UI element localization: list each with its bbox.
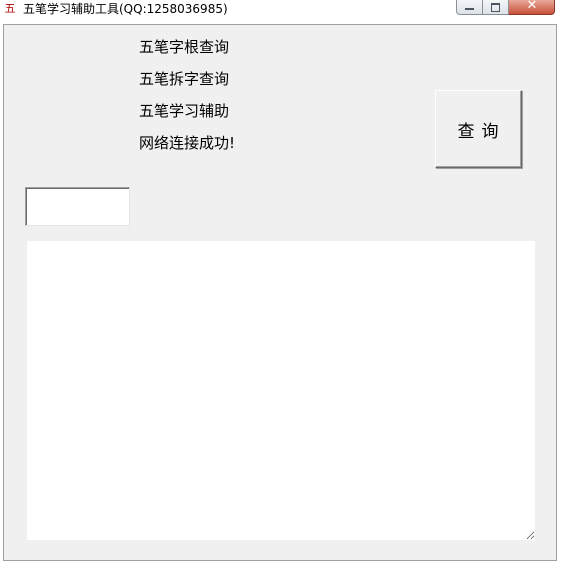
close-icon: ✕	[526, 0, 538, 13]
title-bar: 五 五笔学习辅助工具(QQ:1258036985) ✕	[0, 0, 561, 20]
minimize-button[interactable]	[456, 0, 483, 15]
maximize-button[interactable]	[483, 0, 509, 15]
maximize-icon	[491, 3, 500, 12]
radical-lookup-label: 五笔字根查询	[139, 38, 230, 56]
window-title: 五笔学习辅助工具(QQ:1258036985)	[23, 2, 228, 16]
window-controls: ✕	[456, 0, 559, 16]
network-status-label: 网络连接成功!	[139, 134, 236, 152]
minimize-icon	[465, 8, 474, 10]
app-icon: 五	[4, 2, 16, 15]
close-button[interactable]: ✕	[509, 0, 555, 15]
result-area[interactable]	[27, 241, 535, 540]
character-input[interactable]	[25, 187, 130, 226]
study-assist-label: 五笔学习辅助	[139, 102, 230, 120]
char-split-lookup-label: 五笔拆字查询	[139, 70, 230, 88]
query-button[interactable]: 查询	[435, 90, 522, 168]
